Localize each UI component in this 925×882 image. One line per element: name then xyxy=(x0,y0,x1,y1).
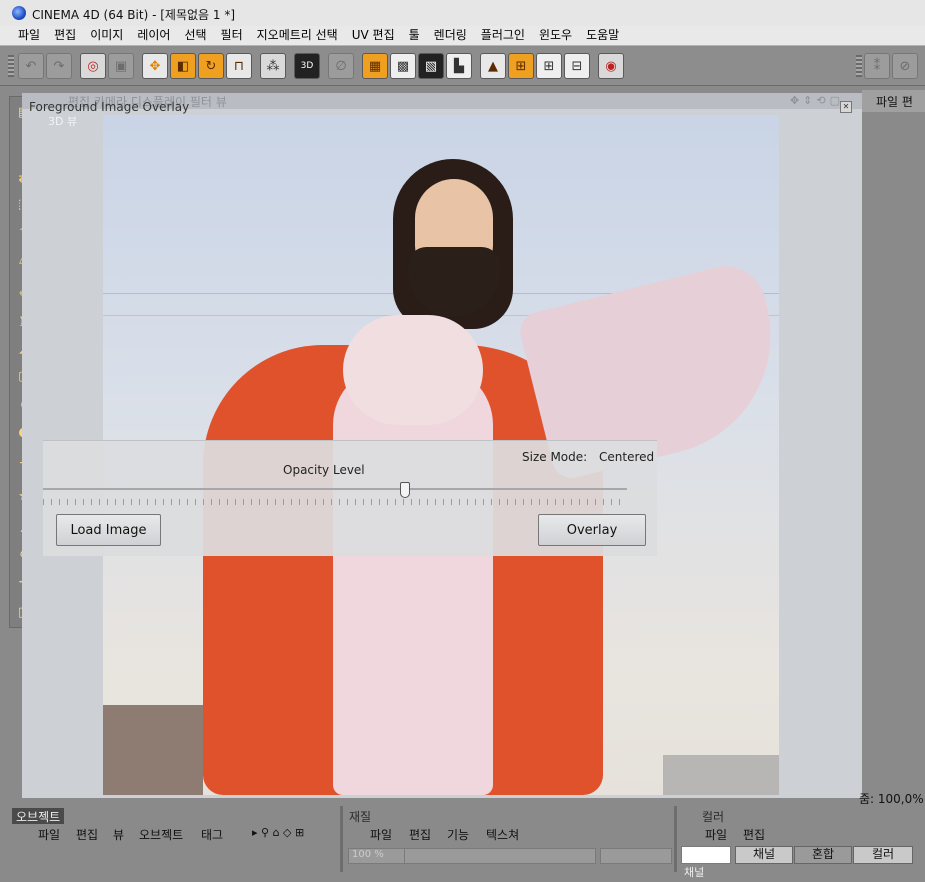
menu-tools[interactable]: 툴 xyxy=(409,26,420,45)
magnet-icon[interactable]: ⊓ xyxy=(226,53,252,79)
overlay-window-title: Foreground Image Overlay xyxy=(29,100,190,114)
menu-layer[interactable]: 레이어 xyxy=(137,26,170,45)
white-robe-shape xyxy=(333,365,493,795)
toolbar-extra2-icon[interactable]: ⊘ xyxy=(892,53,918,79)
tab-color[interactable]: 컬러 xyxy=(702,808,724,824)
close-icon[interactable]: ✕ xyxy=(840,101,852,113)
materials-dropdown[interactable] xyxy=(600,848,672,864)
menu-window[interactable]: 윈도우 xyxy=(539,26,572,45)
checker-icon[interactable]: ▩ xyxy=(390,53,416,79)
tab-materials[interactable]: 재질 xyxy=(349,808,371,824)
opacity-label: Opacity Level xyxy=(283,463,365,477)
menu-image[interactable]: 이미지 xyxy=(90,26,123,45)
objects-search-icon[interactable]: ▸ ⚲ ⌂ ◇ ⊞ xyxy=(252,826,304,844)
materials-zoom-field[interactable]: 100 % xyxy=(348,848,405,864)
color-swatch[interactable] xyxy=(681,846,731,864)
color-menu-edit[interactable]: 편집 xyxy=(743,826,765,844)
size-mode-value[interactable]: Centered xyxy=(599,450,654,464)
opacity-slider-thumb[interactable] xyxy=(400,482,411,498)
load-image-button[interactable]: Load Image xyxy=(56,514,161,546)
color-row-label: 채널 xyxy=(684,866,705,879)
menu-uv-edit[interactable]: UV 편집 xyxy=(352,26,395,45)
building-shape xyxy=(663,755,779,795)
select-mode-icon[interactable]: ▣ xyxy=(108,53,134,79)
materials-slider[interactable] xyxy=(404,848,596,864)
opacity-slider-ticks xyxy=(43,499,627,505)
color-tab-color[interactable]: 컬러 xyxy=(853,846,913,864)
right-panel-menu[interactable]: 파일 편 xyxy=(876,93,913,110)
view-single-icon[interactable]: ⊞ xyxy=(508,53,534,79)
panel-divider xyxy=(674,806,677,872)
scale-icon[interactable]: ◧ xyxy=(170,53,196,79)
menu-select[interactable]: 선택 xyxy=(184,26,206,45)
objects-menu-file[interactable]: 파일 xyxy=(38,826,60,844)
menu-filter[interactable]: 필터 xyxy=(221,26,243,45)
toolbar-grip-right[interactable] xyxy=(856,55,862,77)
overlay-control-panel: Size Mode: Centered Opacity Level Load I… xyxy=(43,440,657,556)
menu-help[interactable]: 도움말 xyxy=(586,26,619,45)
panel-divider xyxy=(340,806,343,872)
menu-edit[interactable]: 편집 xyxy=(54,26,76,45)
zoom-readout: 줌: 100,0% xyxy=(859,792,924,806)
menu-geometry-select[interactable]: 지오메트리 선택 xyxy=(257,26,338,45)
color-tab-blend[interactable]: 혼합 xyxy=(794,846,852,864)
texture-grid-icon[interactable]: ▦ xyxy=(362,53,388,79)
opacity-slider-track[interactable] xyxy=(43,488,627,490)
main-toolbar: ↶ ↷ ◎ ▣ ✥ ◧ ↻ ⊓ ⁂ 3D ∅ ▦ ▩ ▧ ▙ ▲ ⊞ ⊞ ⊟ ◉… xyxy=(0,47,925,86)
color-tab-channel[interactable]: 채널 xyxy=(735,846,793,864)
cinema4d-logo-icon xyxy=(12,6,26,20)
materials-menu-edit[interactable]: 편집 xyxy=(409,826,431,844)
objects-menu-view[interactable]: 뷰 xyxy=(113,826,124,844)
brush-icon[interactable]: ⁂ xyxy=(260,53,286,79)
overlay-button[interactable]: Overlay xyxy=(538,514,646,546)
materials-menu-texture[interactable]: 텍스쳐 xyxy=(486,826,519,844)
right-panel: 파일 편 xyxy=(862,86,925,812)
materials-menu-file[interactable]: 파일 xyxy=(370,826,392,844)
view-quad-icon[interactable]: ⊞ xyxy=(536,53,562,79)
menu-plugins[interactable]: 플러그인 xyxy=(481,26,525,45)
title-bar: CINEMA 4D (64 Bit) - [제목없음 1 *] xyxy=(0,0,925,27)
toolbar-extra-icon[interactable]: ⁑ xyxy=(864,53,890,79)
paint-3d-icon[interactable]: 3D xyxy=(294,53,320,79)
window-title: CINEMA 4D (64 Bit) - [제목없음 1 *] xyxy=(32,8,236,22)
lamb-shape xyxy=(343,315,483,425)
color-menu-file[interactable]: 파일 xyxy=(705,826,727,844)
tab-objects[interactable]: 오브젝트 xyxy=(12,808,65,824)
toolbar-grip[interactable] xyxy=(8,55,14,77)
size-mode-label: Size Mode: xyxy=(522,450,588,464)
sculpt-icon[interactable]: ∅ xyxy=(328,53,354,79)
viewport-label: 3D 뷰 xyxy=(48,115,78,128)
menu-bar: 파일 편집 이미지 레이어 선택 필터 지오메트리 선택 UV 편집 툴 렌더링… xyxy=(0,26,925,46)
redo-icon[interactable]: ↷ xyxy=(46,53,72,79)
objects-menu-edit[interactable]: 편집 xyxy=(76,826,98,844)
move-icon[interactable]: ✥ xyxy=(142,53,168,79)
render-icon[interactable]: ◉ xyxy=(598,53,624,79)
viewport-nav-icons[interactable]: ✥⇕⟲▢ xyxy=(790,94,844,107)
objects-menu-object[interactable]: 오브젝트 xyxy=(139,826,183,844)
undo-icon[interactable]: ↶ xyxy=(18,53,44,79)
checker-dark-icon[interactable]: ▧ xyxy=(418,53,444,79)
materials-menu-function[interactable]: 기능 xyxy=(447,826,469,844)
uv-icon[interactable]: ▙ xyxy=(446,53,472,79)
live-select-icon[interactable]: ◎ xyxy=(80,53,106,79)
objects-menu-tag[interactable]: 태그 xyxy=(201,826,223,844)
polygon-mode-icon[interactable]: ▲ xyxy=(480,53,506,79)
bottom-panels: 오브젝트 파일 편집 뷰 오브젝트 태그 ▸ ⚲ ⌂ ◇ ⊞ 재질 파일 편집 … xyxy=(0,806,925,879)
menu-render[interactable]: 렌더링 xyxy=(434,26,467,45)
rotate-icon[interactable]: ↻ xyxy=(198,53,224,79)
menu-file[interactable]: 파일 xyxy=(18,26,40,45)
building-shape xyxy=(103,705,203,795)
view-split-icon[interactable]: ⊟ xyxy=(564,53,590,79)
